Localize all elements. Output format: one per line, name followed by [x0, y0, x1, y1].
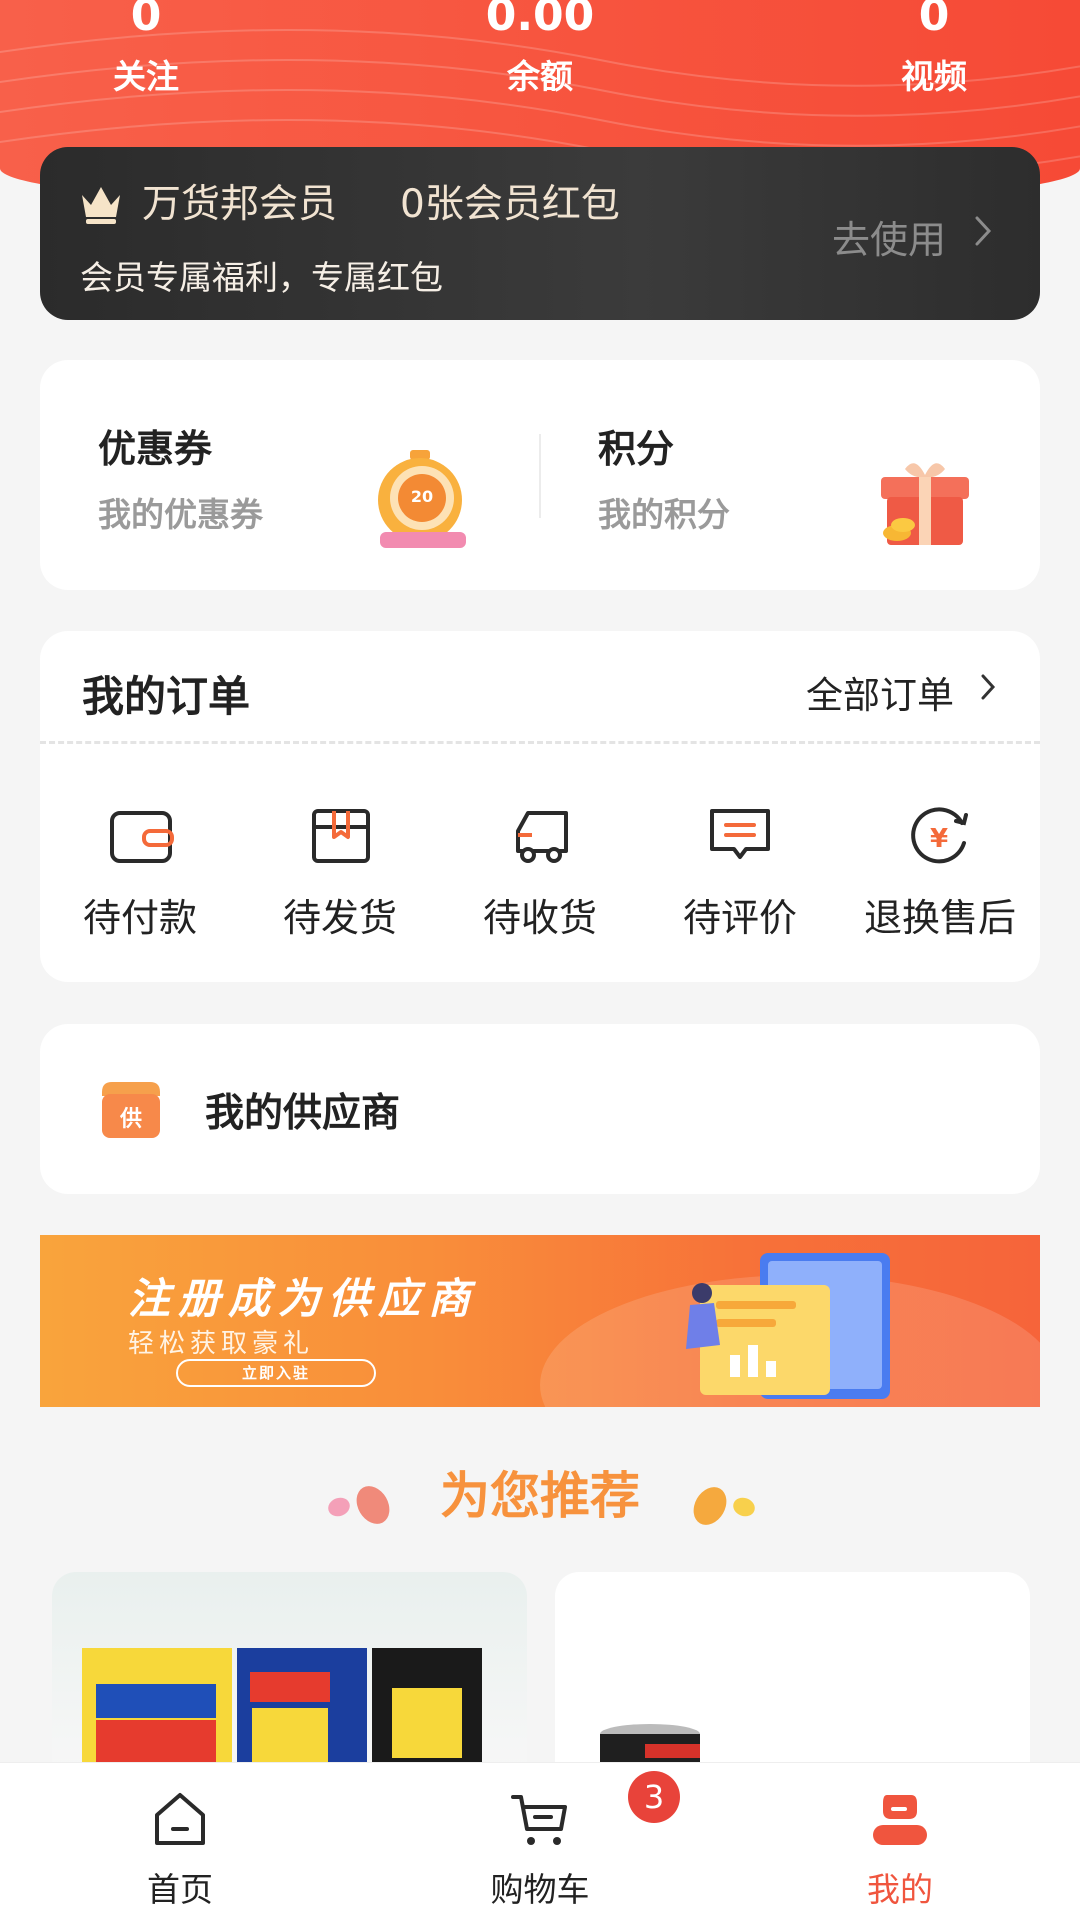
supplier-title: 我的供应商 [205, 1091, 401, 1136]
tab-home-label: 首页 [147, 1870, 213, 1909]
stat-follow[interactable]: 0 关注 [46, 0, 246, 98]
coupon-subtitle: 我的优惠券 [98, 495, 263, 534]
supplier-signup-banner[interactable]: 注册成为供应商 轻松获取豪礼 立即入驻 [40, 1235, 1040, 1407]
coupon-icon: 20 [378, 450, 466, 548]
banner-illustration [686, 1253, 890, 1399]
points-entry[interactable]: 积分 我的积分 [540, 360, 1040, 590]
vip-use-button[interactable]: 去使用 [832, 209, 946, 264]
order-pending-payment[interactable]: 待付款 [40, 803, 240, 942]
svg-text:20: 20 [411, 487, 433, 506]
coupon-entry[interactable]: 优惠券 我的优惠券 20 [40, 360, 540, 590]
chevron-right-icon [981, 674, 996, 700]
truck-icon [516, 811, 568, 863]
gift-icon [881, 463, 969, 545]
order-after-sales[interactable]: ¥ 退换售后 [840, 803, 1040, 942]
order-pending-review-label: 待评价 [682, 896, 797, 940]
profile-icon [873, 1795, 927, 1845]
refund-icon: ¥ [911, 807, 968, 864]
orders-title: 我的订单 [82, 672, 251, 721]
banner-headline: 注册成为供应商 [128, 1274, 479, 1323]
orders-divider [40, 741, 1040, 744]
banner-subline: 轻松获取豪礼 [128, 1329, 315, 1359]
cart-badge: 3 [628, 1771, 680, 1823]
stat-video-label: 视频 [901, 57, 967, 96]
product-card[interactable] [555, 1572, 1030, 1772]
order-pending-shipment[interactable]: 待发货 [240, 803, 440, 942]
box-icon [312, 809, 370, 863]
stat-video-value: 0 [918, 0, 950, 41]
orders-card: 我的订单 全部订单 待付款 待发货 待收货 待评价 ¥ 退换售后 [40, 631, 1040, 982]
cart-icon [511, 1795, 567, 1845]
product-card[interactable] [52, 1572, 527, 1772]
stat-video[interactable]: 0 视频 [834, 0, 1034, 98]
recommend-title: 为您推荐 [440, 1467, 640, 1525]
stat-balance-label: 余额 [507, 57, 573, 96]
shop-icon: 供 [102, 1082, 160, 1138]
order-after-sales-label: 退换售后 [863, 896, 1016, 940]
order-pending-receipt[interactable]: 待收货 [440, 803, 640, 942]
stat-follow-value: 0 [130, 0, 162, 41]
order-pending-review[interactable]: 待评价 [640, 803, 840, 942]
points-subtitle: 我的积分 [598, 495, 730, 534]
tab-cart[interactable]: 购物车 [440, 1789, 640, 1911]
assets-card: 优惠券 我的优惠券 20 积分 我的积分 [40, 360, 1040, 590]
wallet-icon [110, 811, 174, 863]
stat-balance[interactable]: 0.00 余额 [440, 0, 640, 98]
bottom-tab-bar: 首页 购物车 3 我的 [0, 1762, 1080, 1920]
chevron-right-icon [975, 216, 992, 246]
shop-icon-text: 供 [119, 1106, 142, 1132]
comment-icon [710, 809, 770, 859]
crown-icon [82, 187, 120, 224]
tab-profile[interactable]: 我的 [800, 1789, 1000, 1911]
svg-text:¥: ¥ [930, 824, 948, 854]
order-pending-receipt-label: 待收货 [482, 896, 597, 940]
home-icon [155, 1793, 205, 1845]
stat-balance-value: 0.00 [485, 0, 595, 41]
vip-redpack-count: 0张会员红包 [400, 182, 620, 227]
tab-cart-label: 购物车 [490, 1870, 590, 1909]
tab-profile-label: 我的 [867, 1870, 933, 1909]
vip-card[interactable]: 万货邦会员 0张会员红包 会员专属福利，专属红包 去使用 [40, 147, 1040, 320]
all-orders-link[interactable]: 全部订单 [806, 665, 954, 719]
supplier-card[interactable]: 供 我的供应商 [40, 1024, 1040, 1194]
points-title: 积分 [598, 427, 675, 471]
banner-cta-button[interactable]: 立即入驻 [176, 1359, 376, 1387]
coupon-title: 优惠券 [98, 427, 213, 471]
stat-follow-label: 关注 [113, 57, 179, 96]
vip-subtitle: 会员专属福利，专属红包 [80, 258, 443, 297]
vip-title: 万货邦会员 [142, 182, 338, 227]
order-pending-payment-label: 待付款 [82, 896, 197, 940]
tab-home[interactable]: 首页 [80, 1789, 280, 1911]
order-pending-shipment-label: 待发货 [282, 896, 397, 940]
product-image [82, 1648, 482, 1772]
